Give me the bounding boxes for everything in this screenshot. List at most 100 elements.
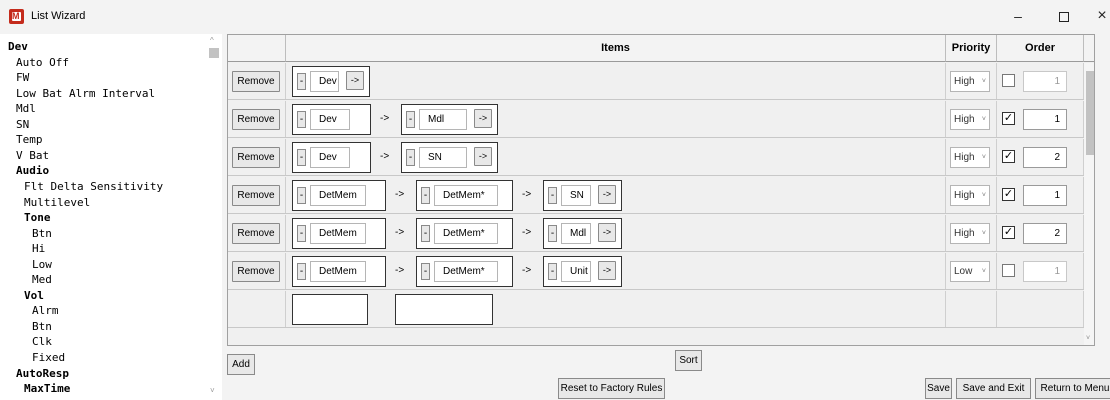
scroll-down-icon[interactable]: ˅ <box>210 386 215 395</box>
priority-select[interactable]: High ˅ <box>950 109 990 130</box>
remove-item-button[interactable]: - <box>548 263 557 280</box>
minimize-button[interactable]: – <box>1000 4 1036 28</box>
order-number-field[interactable]: 1 <box>1023 261 1067 282</box>
priority-select[interactable]: Low ˅ <box>950 261 990 282</box>
priority-select[interactable]: High ˅ <box>950 223 990 244</box>
tree-node[interactable]: Mdl <box>16 102 36 115</box>
remove-button[interactable]: Remove <box>232 147 280 168</box>
tree-node[interactable]: Med <box>32 273 52 286</box>
scroll-up-icon[interactable]: ^ <box>210 36 214 45</box>
tree-node[interactable]: Vol <box>24 289 44 302</box>
order-number-field[interactable]: 2 <box>1023 147 1067 168</box>
add-next-item-button[interactable]: -> <box>598 185 616 204</box>
add-next-item-button[interactable]: -> <box>598 223 616 242</box>
remove-item-button[interactable]: - <box>421 225 430 242</box>
priority-select[interactable]: High ˅ <box>950 147 990 168</box>
item-field[interactable]: DetMem* <box>434 261 498 282</box>
remove-item-button[interactable]: - <box>421 263 430 280</box>
add-button[interactable]: Add <box>227 354 255 375</box>
tree-node[interactable]: Fixed <box>32 351 65 364</box>
item-field[interactable]: DetMem* <box>434 185 498 206</box>
order-number-field[interactable]: 2 <box>1023 223 1067 244</box>
remove-item-button[interactable]: - <box>297 263 306 280</box>
maximize-button[interactable] <box>1046 4 1082 28</box>
add-next-item-button[interactable]: -> <box>598 261 616 280</box>
order-checkbox[interactable] <box>1002 74 1015 87</box>
tree-node[interactable]: FW <box>16 71 29 84</box>
remove-item-button[interactable]: - <box>297 73 306 90</box>
item-segment: - Dev -> <box>292 66 370 97</box>
item-field[interactable]: DetMem <box>310 185 366 206</box>
save-button[interactable]: Save <box>925 378 952 399</box>
tree-node[interactable]: Low Bat Alrm Interval <box>16 87 155 100</box>
item-field[interactable]: DetMem <box>310 261 366 282</box>
remove-item-button[interactable]: - <box>421 187 430 204</box>
tree-node[interactable]: Alrm <box>32 304 59 317</box>
grid-scroll-thumb[interactable] <box>1086 71 1094 155</box>
tree-node[interactable]: Hi <box>32 242 45 255</box>
tree-scrollbar[interactable]: ^ ˅ <box>207 34 222 400</box>
rules-grid: Items Priority Order ˅ Remove - Dev -> High ˅… <box>227 34 1095 346</box>
tree-node[interactable]: Btn <box>32 227 52 240</box>
item-field[interactable]: DetMem <box>310 223 366 244</box>
tree-node[interactable]: Audio <box>16 164 49 177</box>
tree-node[interactable]: Multilevel <box>24 196 90 209</box>
tree-node[interactable]: Temp <box>16 133 43 146</box>
tree-node[interactable]: MaxTime <box>24 382 70 395</box>
remove-item-button[interactable]: - <box>297 111 306 128</box>
remove-button[interactable]: Remove <box>232 223 280 244</box>
tree-node[interactable]: Dev <box>8 40 28 53</box>
order-checkbox[interactable]: ✓ <box>1002 226 1015 239</box>
tree-node[interactable]: SN <box>16 118 29 131</box>
remove-button[interactable]: Remove <box>232 71 280 92</box>
item-field[interactable]: Unit <box>561 261 591 282</box>
remove-button[interactable]: Remove <box>232 185 280 206</box>
priority-select[interactable]: High ˅ <box>950 185 990 206</box>
order-checkbox[interactable]: ✓ <box>1002 150 1015 163</box>
order-number-field[interactable]: 1 <box>1023 109 1067 130</box>
item-field[interactable]: SN <box>419 147 467 168</box>
add-next-item-button[interactable]: -> <box>474 147 492 166</box>
remove-item-button[interactable]: - <box>406 111 415 128</box>
item-field[interactable]: Dev <box>310 147 350 168</box>
tree-node[interactable]: AutoResp <box>16 367 69 380</box>
order-number-field[interactable]: 1 <box>1023 185 1067 206</box>
tree-node[interactable]: Flt Delta Sensitivity <box>24 180 163 193</box>
return-to-menu-button[interactable]: Return to Menu <box>1035 378 1110 399</box>
remove-item-button[interactable]: - <box>406 149 415 166</box>
item-field[interactable]: Mdl <box>419 109 467 130</box>
remove-item-button[interactable]: - <box>548 187 557 204</box>
add-next-item-button[interactable]: -> <box>346 71 364 90</box>
remove-button[interactable]: Remove <box>232 261 280 282</box>
item-field[interactable]: Dev <box>310 109 350 130</box>
tree-node[interactable]: Btn <box>32 320 52 333</box>
item-field[interactable]: Dev <box>310 71 339 92</box>
reset-factory-rules-button[interactable]: Reset to Factory Rules <box>558 378 665 399</box>
tree-node[interactable]: Clk <box>32 335 52 348</box>
item-field[interactable]: Mdl <box>561 223 591 244</box>
tree-node[interactable]: Low <box>32 258 52 271</box>
save-and-exit-button[interactable]: Save and Exit <box>956 378 1031 399</box>
grid-scrollbar[interactable]: ˅ <box>1084 63 1094 345</box>
add-next-item-button[interactable]: -> <box>474 109 492 128</box>
scroll-thumb[interactable] <box>209 48 219 58</box>
order-checkbox[interactable] <box>1002 264 1015 277</box>
sort-button[interactable]: Sort <box>675 350 702 371</box>
tree-node[interactable]: Tone <box>24 211 51 224</box>
tree-node[interactable]: V Bat <box>16 149 49 162</box>
remove-item-button[interactable]: - <box>297 187 306 204</box>
order-checkbox[interactable]: ✓ <box>1002 188 1015 201</box>
item-field[interactable]: SN <box>561 185 591 206</box>
order-number-field[interactable]: 1 <box>1023 71 1067 92</box>
order-checkbox[interactable]: ✓ <box>1002 112 1015 125</box>
item-field[interactable]: DetMem* <box>434 223 498 244</box>
remove-item-button[interactable]: - <box>297 149 306 166</box>
field-tree[interactable]: ^ ˅ Dev Auto Off FW Low Bat Alrm Interval Md… <box>0 34 222 400</box>
remove-button[interactable]: Remove <box>232 109 280 130</box>
tree-node[interactable]: Auto Off <box>16 56 69 69</box>
remove-item-button[interactable]: - <box>297 225 306 242</box>
remove-item-button[interactable]: - <box>548 225 557 242</box>
close-button[interactable]: × <box>1084 4 1110 28</box>
scroll-down-icon[interactable]: ˅ <box>1086 335 1090 342</box>
priority-select[interactable]: High ˅ <box>950 71 990 92</box>
